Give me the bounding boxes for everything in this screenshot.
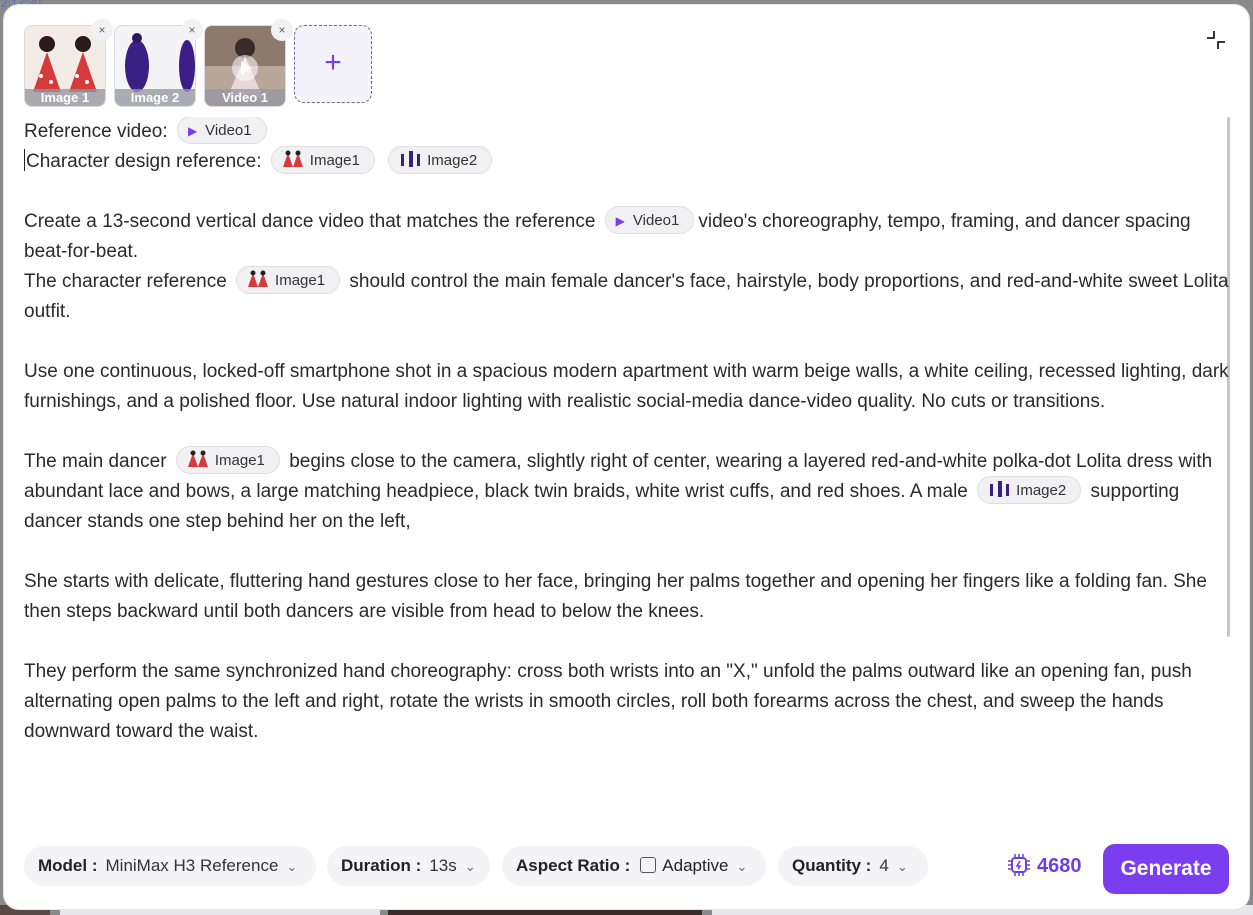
chip-label: Image1: [275, 271, 326, 289]
prompt-text: They perform the same synchronized hand …: [24, 661, 1192, 742]
duration-label: Duration :: [341, 856, 422, 875]
dancer-icon: [187, 450, 208, 468]
chip-label: Image2: [1016, 481, 1067, 499]
add-reference-button[interactable]: +: [294, 25, 372, 103]
prompt-text: The main dancer: [24, 451, 167, 472]
quantity-value: 4: [879, 856, 889, 875]
prompt-text: The character reference: [24, 271, 227, 292]
dancer-icon: [248, 270, 269, 288]
chip-label: Video1: [205, 121, 252, 139]
video1-chip[interactable]: ▶ Video1: [176, 117, 267, 144]
chip-label: Video1: [632, 211, 680, 229]
close-icon[interactable]: ×: [181, 19, 203, 41]
quantity-label: Quantity :: [792, 856, 872, 875]
generation-toolbar: Model : MiniMax H3 Reference ⌄ Duration : 1…: [24, 844, 1229, 894]
prompt-text: Create a 13-second vertical dance video …: [24, 211, 596, 232]
close-icon[interactable]: ×: [271, 19, 293, 41]
credits-value: 4680: [1037, 855, 1082, 877]
image1-chip[interactable]: Image1: [270, 145, 375, 174]
chip-label: Image1: [214, 451, 265, 469]
thumbnail-caption: Image 2: [115, 89, 195, 106]
prompt-text: She starts with delicate, fluttering han…: [24, 571, 1207, 622]
model-label: Model :: [38, 856, 98, 875]
dancer-icon: [282, 150, 303, 168]
text-cursor: [24, 148, 25, 171]
generate-button[interactable]: Generate: [1103, 844, 1229, 894]
collapse-icon[interactable]: [1205, 29, 1227, 51]
prompt-panel: Image 1 × Image 2 × Video 1 × + Referenc…: [3, 4, 1250, 910]
purple-figure-icon: [401, 151, 421, 168]
image2-chip[interactable]: Image2: [977, 475, 1082, 504]
chip-label: Image2: [427, 151, 478, 169]
model-select[interactable]: Model : MiniMax H3 Reference ⌄: [24, 846, 316, 886]
aspect-ratio-select[interactable]: Aspect Ratio : Adaptive ⌄: [502, 846, 766, 886]
purple-figure-icon: [990, 481, 1010, 498]
chevron-down-icon: ⌄: [736, 859, 748, 874]
image1-chip[interactable]: Image1: [175, 445, 280, 474]
image1-chip[interactable]: Image1: [236, 265, 341, 294]
quantity-select[interactable]: Quantity : 4 ⌄: [778, 846, 928, 886]
model-value: MiniMax H3 Reference: [105, 856, 279, 875]
duration-value: 13s: [429, 856, 457, 875]
prompt-editor[interactable]: Reference video: ▶ Video1 Character desig…: [24, 117, 1229, 807]
image2-chip[interactable]: Image2: [388, 145, 493, 174]
prompt-text: Use one continuous, locked-off smartphon…: [24, 361, 1229, 412]
thumbnail-caption: Video 1: [205, 89, 285, 106]
chip-label: Image1: [309, 151, 360, 169]
reference-video-label: Reference video:: [24, 121, 168, 142]
character-reference-label: Character design reference:: [26, 151, 262, 172]
chip-credit-icon: [1008, 853, 1030, 876]
aspect-ratio-value: Adaptive: [662, 856, 729, 875]
play-icon: ▶: [187, 123, 198, 138]
video1-chip[interactable]: ▶ Video1: [604, 205, 695, 234]
close-icon[interactable]: ×: [91, 19, 113, 41]
credits-balance: 4680: [1007, 846, 1082, 886]
chevron-down-icon: ⌄: [896, 859, 908, 874]
aspect-ratio-label: Aspect Ratio :: [516, 856, 631, 875]
chevron-down-icon: ⌄: [286, 859, 298, 874]
thumbnail-caption: Image 1: [25, 89, 105, 106]
chevron-down-icon: ⌄: [464, 859, 476, 874]
adaptive-checkbox[interactable]: [640, 856, 657, 873]
duration-select[interactable]: Duration : 13s ⌄: [327, 846, 490, 886]
play-icon: ▶: [615, 213, 625, 228]
